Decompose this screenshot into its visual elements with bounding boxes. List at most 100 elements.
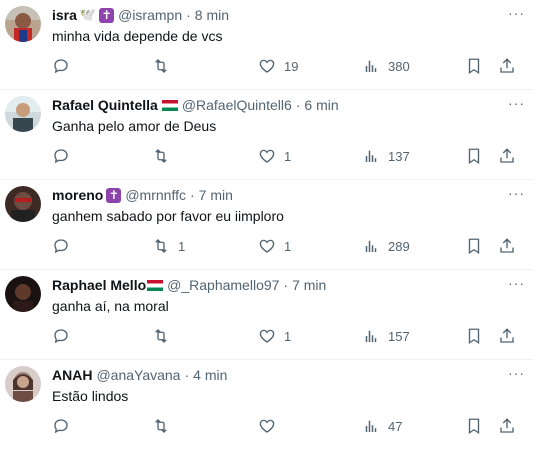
reply-icon xyxy=(54,239,68,254)
reply-icon xyxy=(54,329,68,344)
tweet-actions: 47 xyxy=(52,417,522,435)
heart-icon xyxy=(259,149,275,163)
user-handle[interactable]: @mrnnffc xyxy=(125,186,186,204)
reply-button[interactable] xyxy=(52,57,78,75)
avatar[interactable] xyxy=(5,186,41,222)
retweet-count: 1 xyxy=(178,238,186,254)
avatar[interactable] xyxy=(5,366,41,402)
reply-icon xyxy=(54,149,68,164)
timestamp[interactable]: 7 min xyxy=(199,186,233,204)
reply-button[interactable] xyxy=(52,417,78,435)
tweet-actions: 19 380 xyxy=(52,57,522,75)
tweet-item[interactable]: moreno ✝ @mrnnffc · 7 min ··· ganhem sab… xyxy=(0,180,533,270)
display-name[interactable]: Raphael Mello xyxy=(52,276,146,294)
heart-icon xyxy=(259,329,275,343)
retweet-icon xyxy=(155,239,167,253)
tweet-text: Ganha pelo amor de Deus xyxy=(52,118,217,134)
bookmark-button[interactable] xyxy=(465,417,483,435)
heart-icon xyxy=(259,419,275,433)
more-options-icon[interactable]: ··· xyxy=(508,6,525,20)
analytics-icon xyxy=(365,330,377,342)
view-count: 47 xyxy=(388,418,403,434)
view-count: 380 xyxy=(388,58,410,74)
bookmark-button[interactable] xyxy=(465,147,483,165)
tweet-actions: 1 137 xyxy=(52,147,522,165)
reply-button[interactable] xyxy=(52,237,78,255)
more-options-icon[interactable]: ··· xyxy=(508,366,525,380)
bookmark-button[interactable] xyxy=(465,237,483,255)
reply-button[interactable] xyxy=(52,147,78,165)
like-count: 1 xyxy=(284,238,292,254)
like-button[interactable]: 1 xyxy=(258,327,291,345)
reply-feed: isra 🕊️ ✝ @isrampn · 8 min ··· minha vid… xyxy=(0,0,533,450)
like-button[interactable]: 1 xyxy=(258,237,291,255)
analytics-icon xyxy=(365,420,377,432)
display-name[interactable]: Rafael Quintella xyxy=(52,96,158,114)
bookmark-icon xyxy=(468,328,480,345)
like-button[interactable]: 1 xyxy=(258,147,291,165)
share-icon xyxy=(500,58,514,73)
bookmark-icon xyxy=(468,418,480,435)
tweet-item[interactable]: Rafael Quintella @RafaelQuintell6 · 6 mi… xyxy=(0,90,533,180)
cross-emoji-icon: ✝ xyxy=(99,7,115,23)
tweet-header: ANAH @anaYavana · 4 min xyxy=(52,366,227,384)
tweet-item[interactable]: Raphael Mello @_Raphamello97 · 7 min ···… xyxy=(0,270,533,360)
tweet-item[interactable]: ANAH @anaYavana · 4 min ··· Estão lindos… xyxy=(0,360,533,450)
share-button[interactable] xyxy=(498,57,516,75)
views-button[interactable]: 289 xyxy=(362,237,410,255)
views-button[interactable]: 137 xyxy=(362,147,410,165)
analytics-icon xyxy=(365,240,377,252)
heart-icon xyxy=(259,59,275,73)
more-options-icon[interactable]: ··· xyxy=(508,96,525,110)
heart-icon xyxy=(259,239,275,253)
user-handle[interactable]: @anaYavana xyxy=(96,366,180,384)
bookmark-icon xyxy=(468,148,480,165)
like-button[interactable] xyxy=(258,417,284,435)
bookmark-button[interactable] xyxy=(465,327,483,345)
bookmark-button[interactable] xyxy=(465,57,483,75)
dove-emoji-icon: 🕊️ xyxy=(79,7,97,22)
display-name[interactable]: ANAH xyxy=(52,366,92,384)
timestamp[interactable]: 4 min xyxy=(193,366,227,384)
views-button[interactable]: 47 xyxy=(362,417,402,435)
analytics-icon xyxy=(365,150,377,162)
display-name[interactable]: moreno xyxy=(52,186,103,204)
views-button[interactable]: 380 xyxy=(362,57,410,75)
timestamp[interactable]: 6 min xyxy=(304,96,338,114)
share-icon xyxy=(500,238,514,253)
more-options-icon[interactable]: ··· xyxy=(508,186,525,200)
user-handle[interactable]: @isrampn xyxy=(118,6,182,24)
bookmark-icon xyxy=(468,58,480,75)
tweet-text: ganhem sabado por favor eu iimploro xyxy=(52,208,284,224)
tweet-actions: 1 157 xyxy=(52,327,522,345)
more-options-icon[interactable]: ··· xyxy=(508,276,525,290)
user-handle[interactable]: @RafaelQuintell6 xyxy=(182,96,292,114)
share-button[interactable] xyxy=(498,327,516,345)
avatar[interactable] xyxy=(5,96,41,132)
flag-emoji-icon xyxy=(147,279,164,291)
retweet-button[interactable] xyxy=(152,57,178,75)
tweet-header: moreno ✝ @mrnnffc · 7 min xyxy=(52,186,233,204)
tweet-item[interactable]: isra 🕊️ ✝ @isrampn · 8 min ··· minha vid… xyxy=(0,0,533,90)
timestamp[interactable]: 8 min xyxy=(195,6,229,24)
display-name[interactable]: isra xyxy=(52,6,77,24)
avatar[interactable] xyxy=(5,6,41,42)
like-count: 19 xyxy=(284,58,299,74)
share-button[interactable] xyxy=(498,147,516,165)
reply-button[interactable] xyxy=(52,327,78,345)
tweet-header: Raphael Mello @_Raphamello97 · 7 min xyxy=(52,276,326,294)
share-button[interactable] xyxy=(498,237,516,255)
retweet-button[interactable] xyxy=(152,327,178,345)
views-button[interactable]: 157 xyxy=(362,327,410,345)
retweet-button[interactable]: 1 xyxy=(152,237,185,255)
retweet-button[interactable] xyxy=(152,417,178,435)
view-count: 289 xyxy=(388,238,410,254)
retweet-button[interactable] xyxy=(152,147,178,165)
bookmark-icon xyxy=(468,238,480,255)
user-handle[interactable]: @_Raphamello97 xyxy=(167,276,279,294)
timestamp[interactable]: 7 min xyxy=(292,276,326,294)
share-button[interactable] xyxy=(498,417,516,435)
retweet-icon xyxy=(155,59,167,73)
like-button[interactable]: 19 xyxy=(258,57,298,75)
avatar[interactable] xyxy=(5,276,41,312)
